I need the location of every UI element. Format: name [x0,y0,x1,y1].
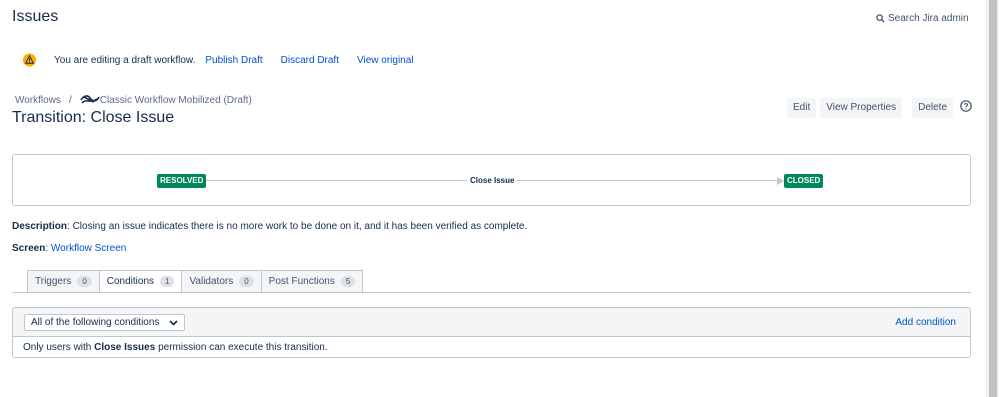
breadcrumb: Workflows / Classic Workflow Mobilized (… [15,94,252,106]
description-text: : Closing an issue indicates there is no… [67,221,528,232]
page-title: Transition: Close Issue [12,109,175,126]
breadcrumb-workflows-link[interactable]: Workflows [15,95,61,106]
transition-tabs: Triggers 0 Conditions 1 Validators 0 Pos… [27,270,364,293]
tab-triggers[interactable]: Triggers 0 [27,270,100,293]
transition-arrow-icon [777,177,784,185]
breadcrumb-separator: / [68,94,72,106]
header-actions: Edit View Properties Delete [787,98,953,118]
transition-name: Close Issue [470,176,515,185]
screen-row: Screen: Workflow Screen [12,243,126,254]
search-icon [876,14,885,23]
search-admin-link[interactable]: Search Jira admin [876,13,969,24]
help-icon[interactable] [960,100,972,112]
tab-count-badge: 0 [239,276,254,287]
view-properties-button[interactable]: View Properties [820,98,903,118]
redaction-scribble-icon [80,95,100,104]
scrollbar-thumb[interactable] [989,0,997,397]
conditions-panel: All of the following conditions Add cond… [12,307,971,358]
draft-banner: You are editing a draft workflow. Publis… [22,53,432,67]
conditions-header: All of the following conditions Add cond… [13,308,970,337]
vertical-scrollbar[interactable] [986,0,999,397]
tab-validators[interactable]: Validators 0 [182,270,262,293]
description: Description: Closing an issue indicates … [12,221,527,232]
rule-suffix: permission can execute this transition. [155,342,328,353]
transition-diagram: RESOLVED Close Issue CLOSED [12,154,971,206]
tab-label: Post Functions [268,276,335,287]
add-condition-link[interactable]: Add condition [895,317,956,328]
from-status-lozenge: RESOLVED [157,174,207,188]
workflow-screen-link[interactable]: Workflow Screen [51,243,126,254]
tab-count-badge: 0 [77,276,92,287]
tab-label: Conditions [106,276,155,287]
page-header: Issues [12,8,59,25]
chevron-down-icon [169,319,178,326]
rule-permission: Close Issues [94,342,156,353]
condition-mode-select[interactable]: All of the following conditions [24,314,186,331]
screen-separator: : [45,243,49,254]
condition-rule: Only users with Close Issues permission … [13,337,970,357]
tab-conditions[interactable]: Conditions 1 [99,270,183,293]
transition-line-right [517,180,779,181]
publish-draft-link[interactable]: Publish Draft [205,55,262,66]
draft-message: You are editing a draft workflow. [54,54,196,66]
search-admin-label: Search Jira admin [888,13,969,24]
tab-count-badge: 5 [340,276,356,287]
warning-icon [22,53,37,67]
to-status-lozenge: CLOSED [784,174,824,188]
discard-draft-link[interactable]: Discard Draft [281,55,339,66]
transition-line-left [206,180,467,181]
delete-button[interactable]: Delete [912,98,953,118]
screen-label: Screen [12,243,46,254]
breadcrumb-workflow-name: Classic Workflow Mobilized (Draft) [99,94,252,106]
tab-label: Validators [189,276,234,287]
tab-post-functions[interactable]: Post Functions 5 [261,270,364,293]
edit-button[interactable]: Edit [787,98,817,118]
tab-label: Triggers [35,276,72,287]
condition-mode-value: All of the following conditions [31,317,160,328]
description-label: Description [12,221,68,232]
view-original-link[interactable]: View original [357,55,414,66]
rule-prefix: Only users with [23,342,95,353]
tab-count-badge: 1 [160,276,175,287]
tabs-divider [12,292,971,293]
